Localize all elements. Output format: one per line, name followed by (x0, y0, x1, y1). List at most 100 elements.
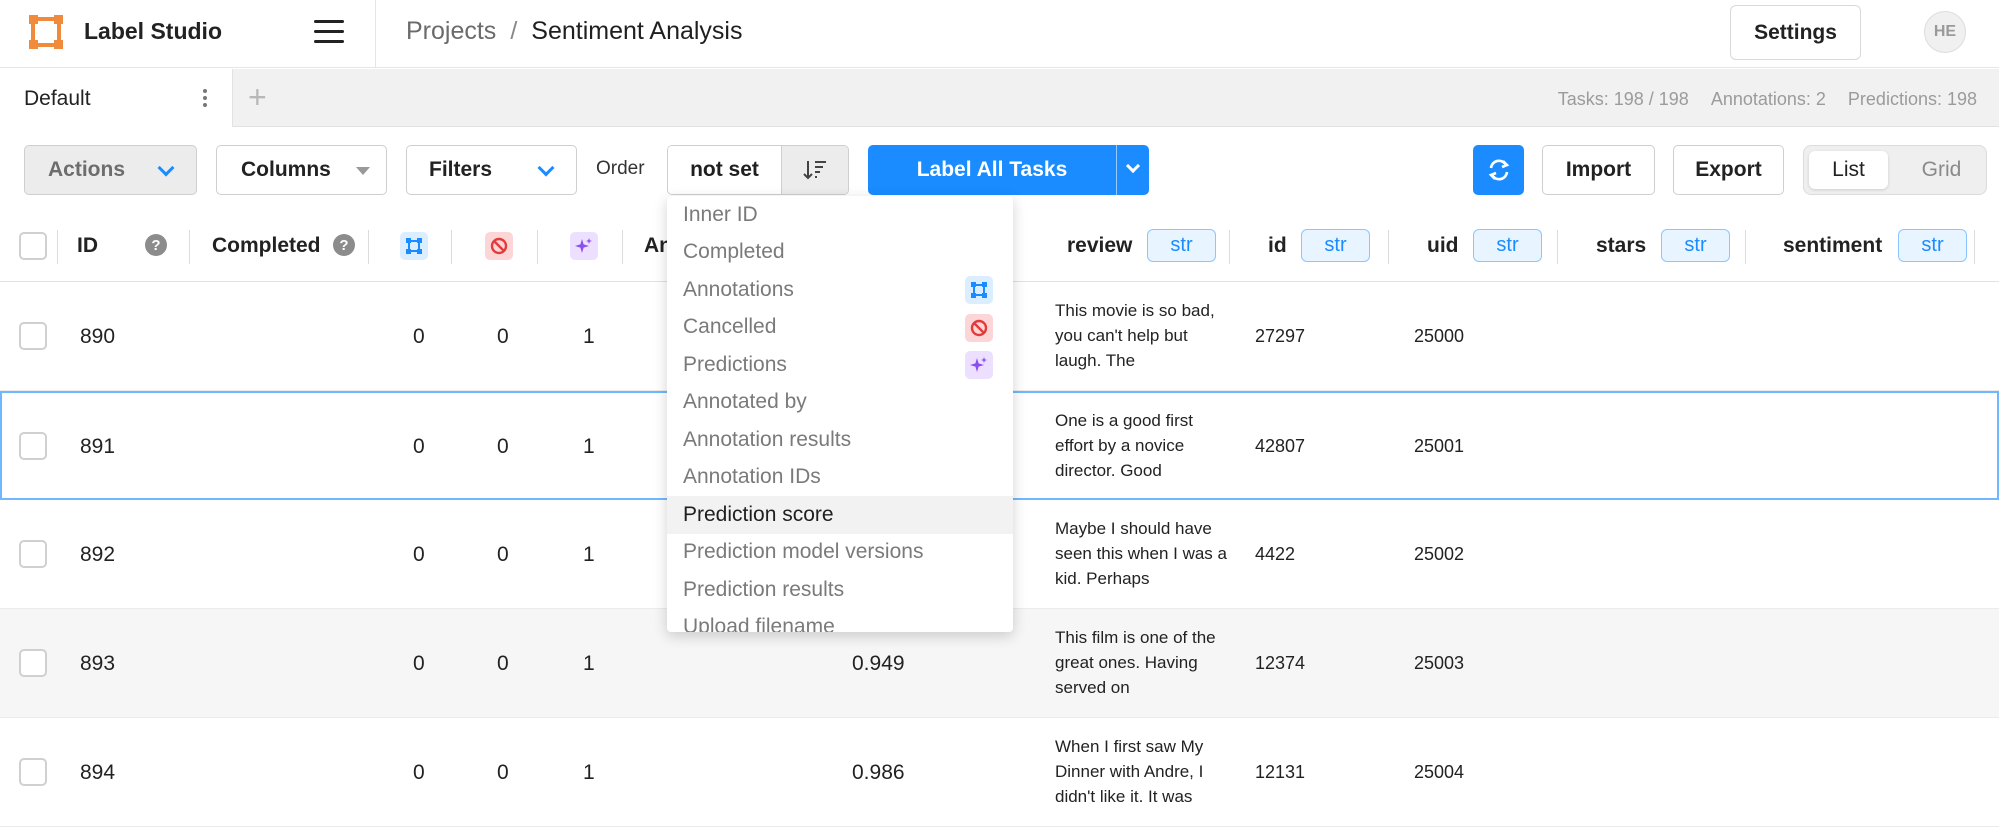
order-option-predictions[interactable]: Predictions (667, 346, 1013, 384)
import-button[interactable]: Import (1542, 145, 1655, 195)
column-divider (368, 230, 369, 264)
order-option-inner-id[interactable]: Inner ID (667, 196, 1013, 234)
order-option-annotation-results[interactable]: Annotation results (667, 421, 1013, 459)
cell-prediction-score: 0.949 (852, 652, 905, 675)
column-divider (1557, 230, 1558, 264)
refresh-icon (1488, 159, 1509, 181)
column-header-sentiment[interactable]: sentiment (1783, 234, 1882, 258)
list-view-button[interactable]: List (1809, 151, 1888, 189)
cell-review: Maybe I should have seen this when I was… (1055, 519, 1227, 588)
cell-id: 893 (80, 652, 116, 675)
cell-predictions: 1 (583, 435, 595, 458)
column-header-completed[interactable]: Completed (212, 234, 321, 258)
type-badge: str (1898, 229, 1967, 262)
breadcrumb-current-project: Sentiment Analysis (531, 17, 743, 45)
refresh-button[interactable] (1473, 145, 1524, 195)
select-all-checkbox[interactable] (19, 232, 47, 260)
column-header-review[interactable]: review (1067, 234, 1132, 258)
cell-annotations: 0 (413, 435, 425, 458)
option-label: Predictions (683, 352, 787, 376)
option-label: Cancelled (683, 315, 777, 339)
filters-label: Filters (429, 158, 493, 181)
option-label: Prediction score (683, 502, 834, 526)
view-tabs-bar: Default + Tasks: 198 / 198 Annotations: 2… (0, 69, 1999, 127)
column-divider (1745, 230, 1746, 264)
option-label: Annotations (683, 277, 794, 301)
column-header-stars[interactable]: stars (1596, 234, 1646, 258)
row-checkbox[interactable] (19, 432, 47, 460)
annotations-icon[interactable] (400, 232, 428, 260)
label-all-tasks-button[interactable]: Label All Tasks (868, 145, 1149, 195)
cell-predictions: 1 (583, 543, 595, 566)
order-option-completed[interactable]: Completed (667, 234, 1013, 272)
tab-menu-icon[interactable] (203, 89, 209, 109)
order-option-annotation-ids[interactable]: Annotation IDs (667, 459, 1013, 497)
caret-down-icon (356, 167, 370, 175)
predictions-icon (965, 351, 993, 379)
cancelled-icon[interactable] (485, 232, 513, 260)
tab-default[interactable]: Default (0, 69, 233, 127)
add-tab-button[interactable]: + (248, 79, 267, 115)
column-header-id-field[interactable]: id (1268, 234, 1287, 258)
avatar[interactable]: HE (1924, 11, 1966, 53)
label-all-tasks-label[interactable]: Label All Tasks (868, 145, 1117, 195)
predictions-icon[interactable] (570, 232, 598, 260)
filters-button[interactable]: Filters (406, 145, 577, 195)
top-header: Label Studio Projects / Sentiment Analysis… (0, 0, 1999, 68)
order-option-prediction-score[interactable]: Prediction score (667, 496, 1013, 534)
breadcrumb: Projects / Sentiment Analysis (406, 17, 742, 46)
cell-predictions: 1 (583, 325, 595, 348)
order-option-upload-filename[interactable]: Upload filename (667, 609, 1013, 632)
cell-id-field: 12131 (1255, 762, 1306, 782)
option-label: Annotation results (683, 427, 852, 451)
label-all-tasks-dropdown[interactable] (1117, 145, 1149, 195)
app-name[interactable]: Label Studio (84, 18, 222, 45)
menu-icon[interactable] (314, 20, 344, 46)
help-icon[interactable]: ? (333, 234, 355, 256)
breadcrumb-projects[interactable]: Projects (406, 17, 496, 45)
order-option-annotated-by[interactable]: Annotated by (667, 384, 1013, 422)
actions-button[interactable]: Actions (24, 145, 197, 195)
cell-annotations: 0 (413, 761, 425, 784)
row-checkbox[interactable] (19, 322, 47, 350)
order-option-cancelled[interactable]: Cancelled (667, 309, 1013, 347)
chevron-down-icon (537, 159, 555, 177)
order-option-prediction-model-versions[interactable]: Prediction model versions (667, 534, 1013, 572)
actions-label: Actions (48, 158, 126, 181)
grid-view-button[interactable]: Grid (1904, 151, 1979, 189)
sort-direction-button[interactable] (782, 146, 848, 194)
cell-review: This movie is so bad, you can't help but… (1055, 301, 1215, 370)
order-dropdown-menu: Inner ID Completed Annotations Cancelled… (667, 196, 1013, 632)
order-option-annotations[interactable]: Annotations (667, 271, 1013, 309)
row-checkbox[interactable] (19, 540, 47, 568)
settings-button[interactable]: Settings (1730, 5, 1861, 60)
predictions-count: Predictions: 198 (1847, 89, 1977, 109)
cell-review: One is a good first effort by a novice d… (1055, 411, 1193, 480)
option-label: Annotated by (683, 390, 807, 414)
annotations-count: Annotations: 2 (1710, 89, 1826, 109)
label-studio-logo-icon[interactable] (28, 14, 64, 50)
table-row[interactable]: 894 0 0 1 0.986 When I first saw My Dinn… (0, 718, 1999, 827)
export-button[interactable]: Export (1673, 145, 1784, 195)
column-divider (451, 230, 452, 264)
cell-id-field: 27297 (1255, 326, 1306, 346)
cell-uid: 25002 (1414, 544, 1465, 564)
cell-id: 891 (80, 435, 116, 458)
cell-uid: 25003 (1414, 653, 1465, 673)
help-icon[interactable]: ? (145, 234, 167, 256)
column-divider (537, 230, 538, 264)
row-checkbox[interactable] (19, 758, 47, 786)
option-label: Prediction model versions (683, 540, 924, 564)
cell-uid: 25004 (1414, 762, 1465, 782)
row-checkbox[interactable] (19, 649, 47, 677)
tab-label: Default (24, 87, 91, 110)
columns-button[interactable]: Columns (216, 145, 387, 195)
cell-id-field: 4422 (1255, 544, 1296, 564)
type-badge: str (1301, 229, 1370, 262)
chevron-down-icon (1125, 158, 1141, 174)
order-select[interactable]: not set (668, 146, 782, 194)
sort-descending-icon (803, 161, 826, 180)
column-header-id[interactable]: ID (77, 234, 98, 258)
column-header-uid[interactable]: uid (1427, 234, 1459, 258)
order-option-prediction-results[interactable]: Prediction results (667, 571, 1013, 609)
